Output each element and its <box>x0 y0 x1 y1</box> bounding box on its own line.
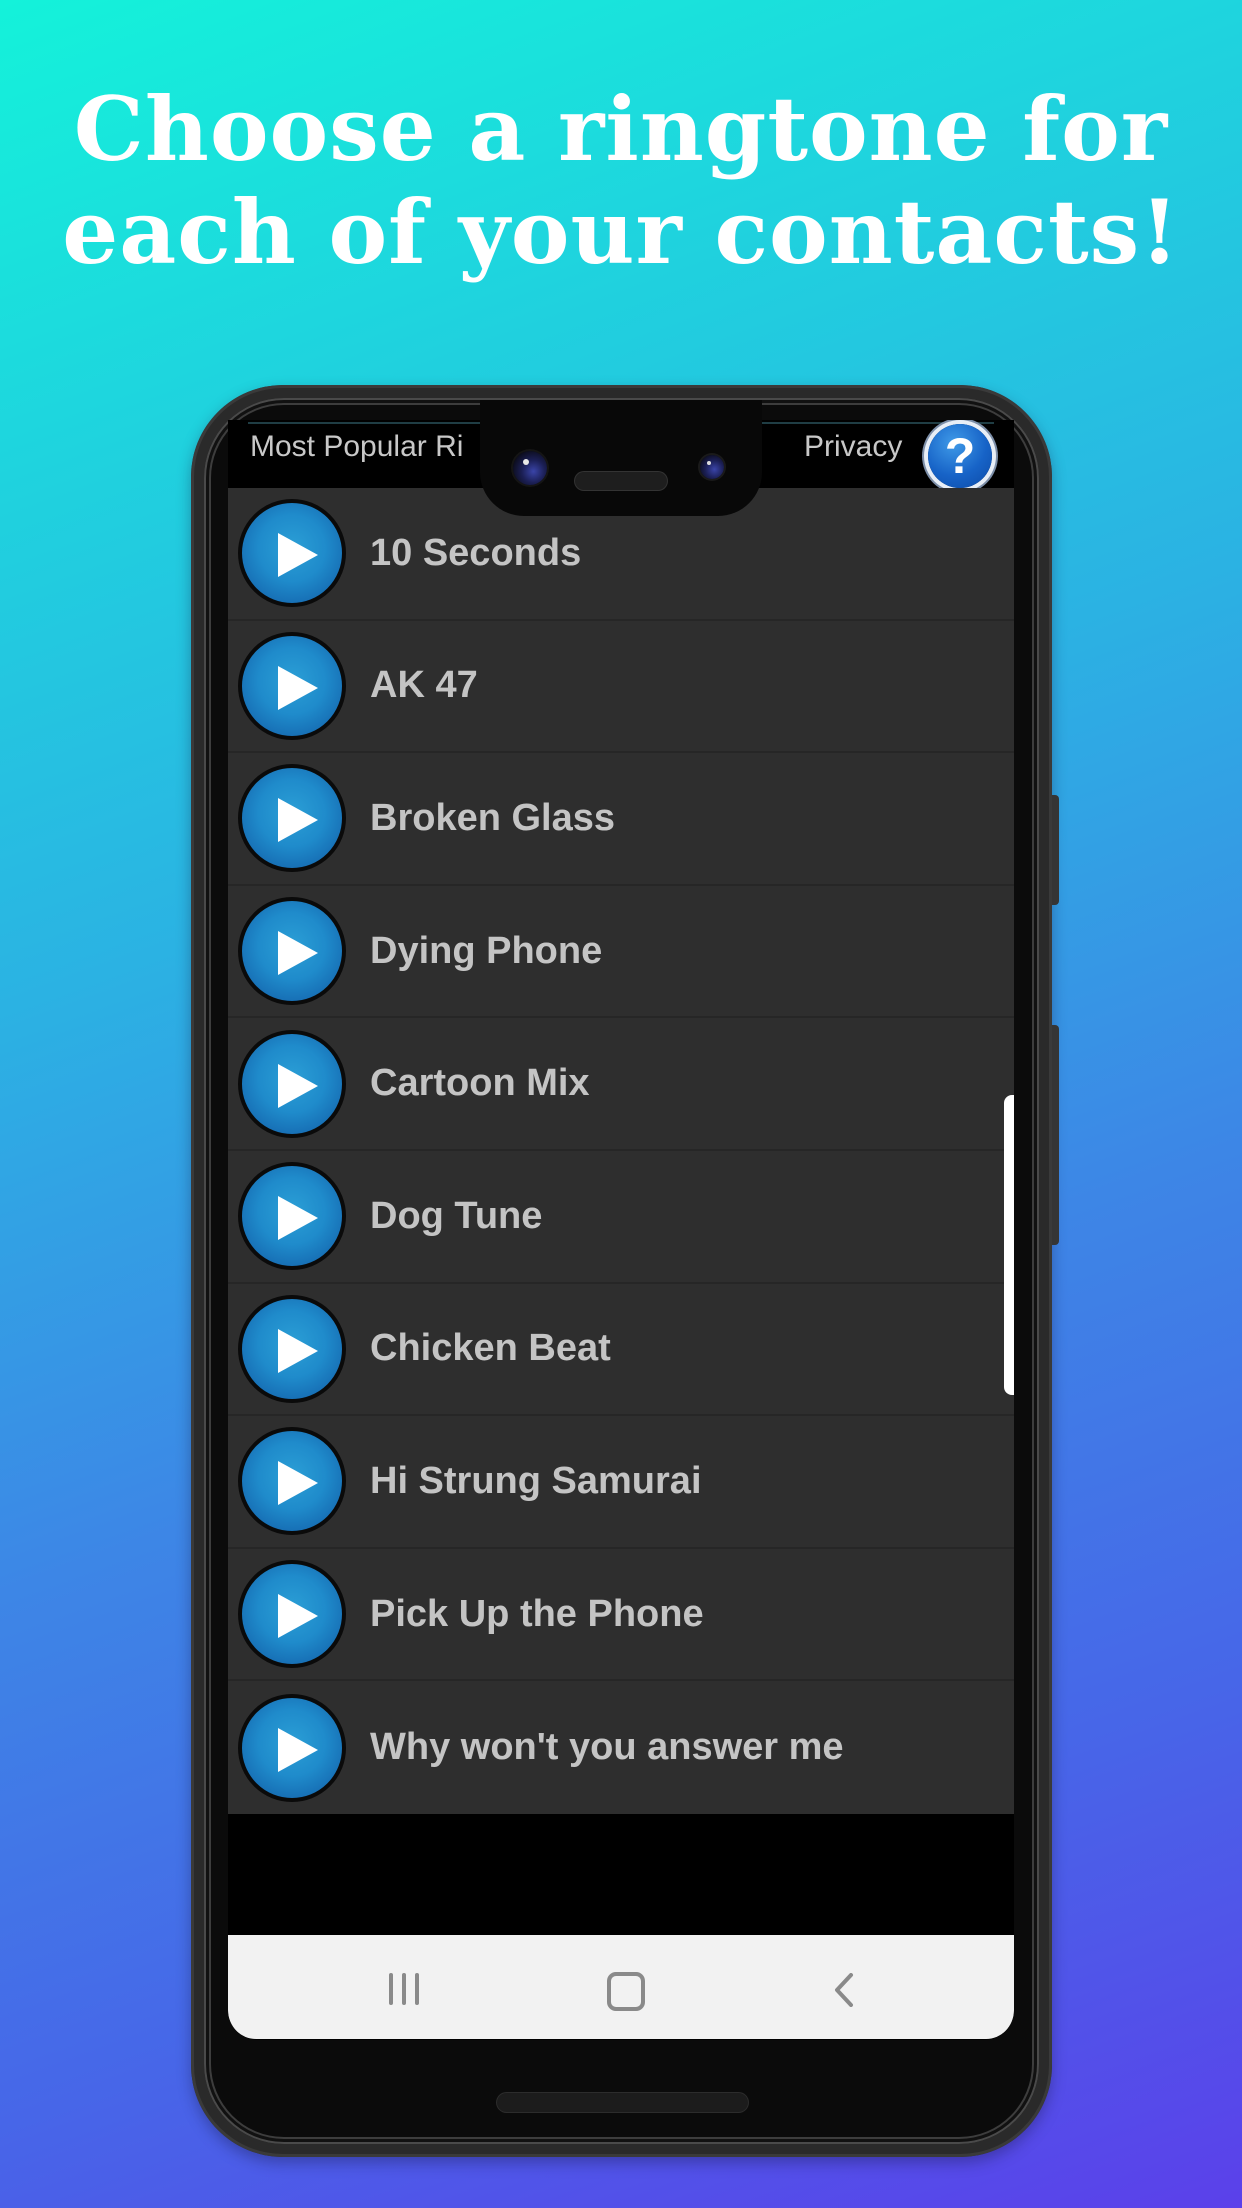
front-sensor-icon <box>700 455 724 479</box>
ringtone-name: 10 Seconds <box>370 531 582 574</box>
recent-apps-icon <box>389 1973 393 2005</box>
play-button[interactable] <box>238 764 346 873</box>
play-icon <box>278 1328 318 1373</box>
ringtone-name: Broken Glass <box>370 796 615 839</box>
home-button[interactable] <box>607 1972 645 2011</box>
phone-volume-button <box>1052 795 1059 905</box>
play-icon <box>278 798 318 843</box>
play-icon <box>278 665 318 710</box>
ringtone-name: Dog Tune <box>370 1194 543 1237</box>
promo-headline: Choose a ringtone for each of your conta… <box>0 78 1242 284</box>
back-button[interactable] <box>831 1973 859 2007</box>
play-icon <box>278 1727 318 1772</box>
ringtone-row[interactable]: Cartoon Mix <box>228 1018 1014 1151</box>
help-button[interactable]: ? <box>928 424 992 488</box>
front-camera-icon <box>513 451 547 485</box>
phone-power-button <box>1052 1025 1059 1245</box>
play-icon <box>278 1063 318 1108</box>
play-button[interactable] <box>238 897 346 1006</box>
ringtone-row[interactable]: Broken Glass <box>228 753 1014 886</box>
ringtone-name: Why won't you answer me <box>370 1726 844 1769</box>
play-button[interactable] <box>238 1162 346 1271</box>
ringtone-list[interactable]: 10 Seconds AK 47 Broken Glass Dying Phone Ca… <box>228 488 1014 1814</box>
earpiece-speaker <box>575 472 667 490</box>
app-title: Most Popular Ri <box>250 430 464 463</box>
system-nav-bar <box>228 1935 1014 2039</box>
play-button[interactable] <box>238 1427 346 1536</box>
list-scrollbar[interactable] <box>1004 1095 1014 1395</box>
ringtone-name: Dying Phone <box>370 929 603 972</box>
bottom-speaker <box>497 2093 748 2112</box>
ringtone-name: AK 47 <box>370 664 478 707</box>
play-button[interactable] <box>238 1029 346 1138</box>
play-button[interactable] <box>238 1294 346 1403</box>
back-chevron-icon <box>835 1973 853 2007</box>
play-button[interactable] <box>238 1560 346 1669</box>
ringtone-name: Hi Strung Samurai <box>370 1459 702 1502</box>
ringtone-row[interactable]: Dying Phone <box>228 886 1014 1019</box>
ringtone-name: Chicken Beat <box>370 1327 611 1370</box>
play-button[interactable] <box>238 1693 346 1802</box>
ringtone-row[interactable]: Why won't you answer me <box>228 1681 1014 1814</box>
phone-screen: Most Popular Ri Privacy ? 10 Seconds AK 4… <box>228 420 1014 2040</box>
privacy-link[interactable]: Privacy <box>804 430 902 464</box>
headline-line-2: each of your contacts! <box>62 180 1180 284</box>
play-icon <box>278 1196 318 1241</box>
play-icon <box>278 1461 318 1506</box>
headline-line-1: Choose a ringtone for <box>73 77 1169 181</box>
help-question-icon: ? <box>944 428 976 484</box>
phone-notch <box>480 400 762 516</box>
ringtone-row[interactable]: Chicken Beat <box>228 1284 1014 1417</box>
recent-apps-icon-bar <box>415 1973 419 2005</box>
recent-apps-button[interactable] <box>389 1973 421 2005</box>
recent-apps-icon-bar <box>402 1973 406 2005</box>
ringtone-name: Pick Up the Phone <box>370 1592 704 1635</box>
play-icon <box>278 533 318 578</box>
play-icon <box>278 931 318 976</box>
ringtone-name: Cartoon Mix <box>370 1062 590 1105</box>
play-button[interactable] <box>238 499 346 608</box>
ringtone-row[interactable]: AK 47 <box>228 621 1014 754</box>
play-icon <box>278 1594 318 1639</box>
play-button[interactable] <box>238 631 346 740</box>
ringtone-row[interactable]: Dog Tune <box>228 1151 1014 1284</box>
ringtone-row[interactable]: Hi Strung Samurai <box>228 1416 1014 1549</box>
ringtone-row[interactable]: Pick Up the Phone <box>228 1549 1014 1682</box>
